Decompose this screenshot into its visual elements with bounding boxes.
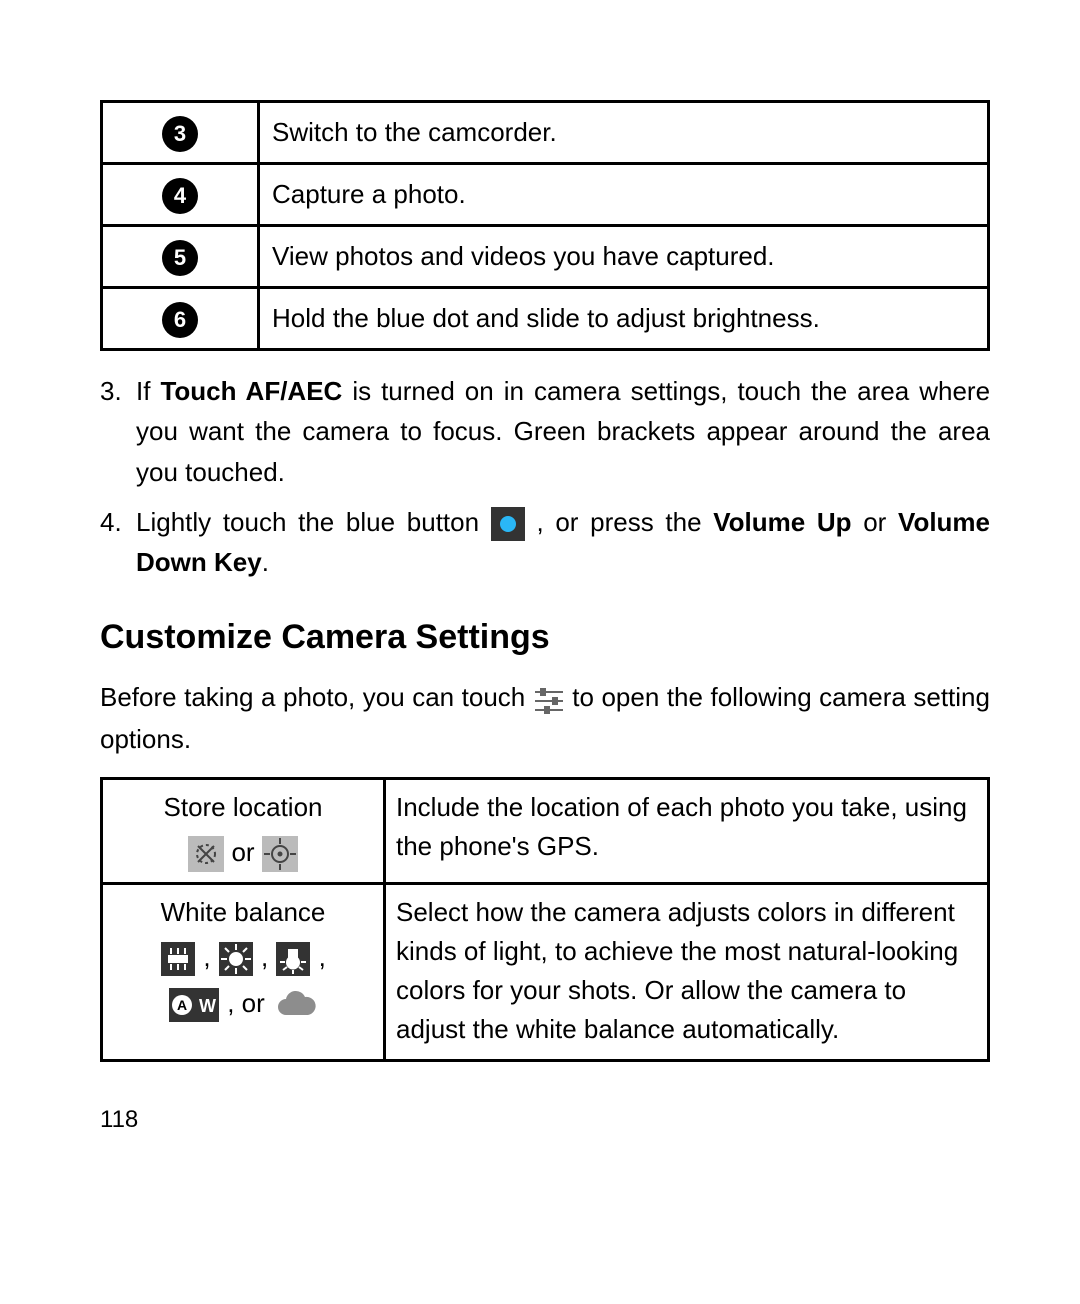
blue-dot-button-icon [491, 507, 525, 541]
list-index: 4. [100, 502, 136, 583]
wb-incandescent-icon [276, 942, 310, 976]
icon-description-table: 3 Switch to the camcorder. 4 Capture a p… [100, 100, 990, 351]
settings-label-cell: White balance , [102, 883, 385, 1060]
gps-off-icon [188, 836, 224, 872]
table-row: 4 Capture a photo. [102, 164, 989, 226]
list-index: 3. [100, 371, 136, 492]
wb-auto-icon: A W [169, 988, 219, 1022]
svg-text:W: W [199, 996, 216, 1016]
settings-description-cell: Select how the camera adjusts colors in … [385, 883, 989, 1060]
text: , or [227, 988, 272, 1018]
settings-title: White balance [113, 893, 373, 932]
text: or [231, 837, 261, 867]
table-row: 6 Hold the blue dot and slide to adjust … [102, 288, 989, 350]
list-item: 3. If Touch AF/AEC is turned on in camer… [100, 371, 990, 492]
text-bold: Volume Up [713, 507, 851, 537]
list-item: 4. Lightly touch the blue button , or pr… [100, 502, 990, 583]
intro-paragraph: Before taking a photo, you can touch to … [100, 677, 990, 760]
row-icon-cell: 3 [102, 102, 259, 164]
row-text-cell: Switch to the camcorder. [259, 102, 989, 164]
text: , or press the [536, 507, 713, 537]
wb-fluorescent-icon [161, 942, 195, 976]
row-icon-cell: 5 [102, 226, 259, 288]
number-badge-icon: 5 [162, 240, 198, 276]
settings-title: Store location [113, 788, 373, 827]
row-text-cell: View photos and videos you have captured… [259, 226, 989, 288]
text: If [136, 376, 160, 406]
text: Lightly touch the blue button [136, 507, 491, 537]
gps-on-icon [262, 836, 298, 872]
table-row: 3 Switch to the camcorder. [102, 102, 989, 164]
section-heading: Customize Camera Settings [100, 612, 990, 663]
wb-daylight-icon [219, 942, 253, 976]
row-text-cell: Hold the blue dot and slide to adjust br… [259, 288, 989, 350]
number-badge-icon: 4 [162, 178, 198, 214]
text: Before taking a photo, you can touch [100, 682, 533, 712]
text: . [262, 547, 269, 577]
settings-label-cell: Store location or [102, 778, 385, 883]
settings-table: Store location or [100, 777, 990, 1062]
row-icon-cell: 6 [102, 288, 259, 350]
settings-description-cell: Include the location of each photo you t… [385, 778, 989, 883]
text: or [852, 507, 898, 537]
svg-text:A: A [177, 997, 187, 1013]
page-number: 118 [100, 1102, 990, 1138]
number-badge-icon: 6 [162, 302, 198, 338]
sliders-icon [533, 686, 565, 714]
list-body: If Touch AF/AEC is turned on in camera s… [136, 371, 990, 492]
table-row: White balance , [102, 883, 989, 1060]
table-row: 5 View photos and videos you have captur… [102, 226, 989, 288]
list-body: Lightly touch the blue button , or press… [136, 502, 990, 583]
wb-cloudy-icon [272, 989, 318, 1021]
instruction-list: 3. If Touch AF/AEC is turned on in camer… [100, 371, 990, 582]
row-text-cell: Capture a photo. [259, 164, 989, 226]
row-icon-cell: 4 [102, 164, 259, 226]
table-row: Store location or [102, 778, 989, 883]
number-badge-icon: 3 [162, 116, 198, 152]
text-bold: Touch AF/AEC [160, 376, 342, 406]
